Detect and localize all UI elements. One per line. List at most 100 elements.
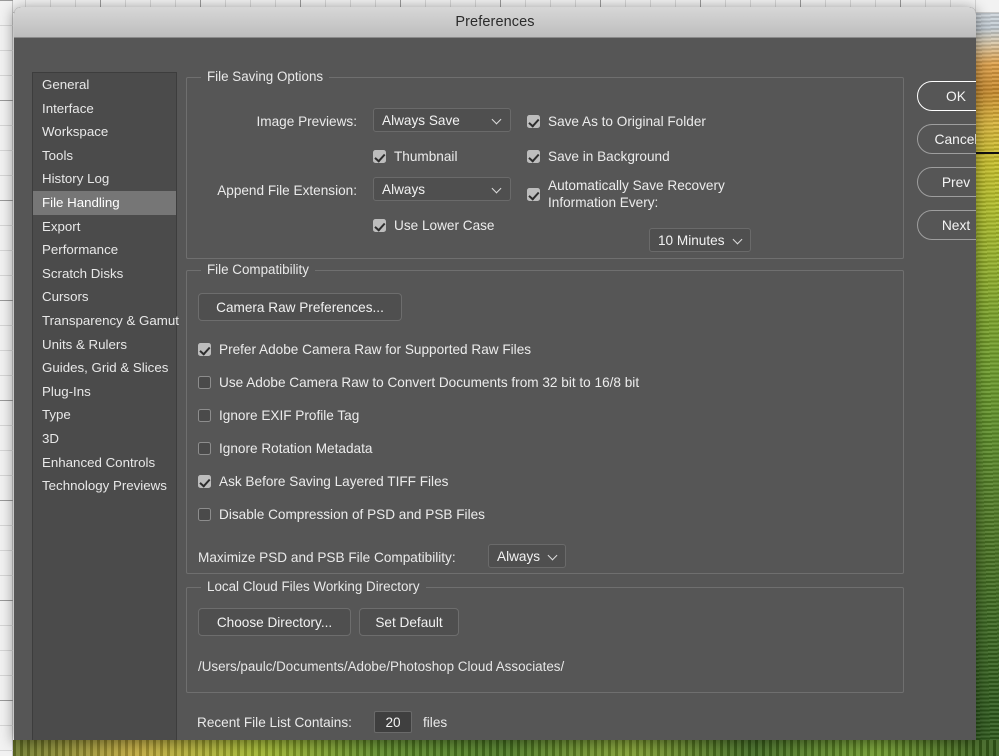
sidebar-item-export[interactable]: Export [33,215,176,239]
file-compatibility-group: File Compatibility Camera Raw Preference… [186,262,904,574]
append-file-extension-select[interactable]: Always [373,177,511,201]
use-lower-case-checkbox[interactable]: Use Lower Case [373,217,495,234]
ruler-tick [0,675,13,676]
next-button[interactable]: Next [917,210,976,240]
checkbox-box [373,150,386,163]
sidebar-item-guides-grid-slices[interactable]: Guides, Grid & Slices [33,356,176,380]
sidebar-item-cursors[interactable]: Cursors [33,285,176,309]
compat-checkbox-label: Use Adobe Camera Raw to Convert Document… [219,375,640,390]
sidebar-item-interface[interactable]: Interface [33,97,176,121]
recent-file-list-label: Recent File List Contains: [197,715,352,730]
ruler-tick [0,150,13,151]
save-in-background-checkbox[interactable]: Save in Background [527,148,670,165]
save-in-background-label: Save in Background [548,149,670,164]
sidebar-item-label: Plug-Ins [42,383,91,399]
sidebar-item-label: Performance [42,242,119,258]
maximize-compatibility-value: Always [497,548,541,564]
image-previews-select[interactable]: Always Save [373,108,511,132]
compat-checkbox-2[interactable]: Ignore EXIF Profile Tag [198,407,359,424]
sidebar-item-technology-previews[interactable]: Technology Previews [33,474,176,498]
sidebar-item-label: Guides, Grid & Slices [42,360,169,376]
sidebar-item-history-log[interactable]: History Log [33,167,176,191]
image-previews-label: Image Previews: [256,114,357,129]
chevron-down-icon [492,184,502,194]
chevron-down-icon [548,551,558,561]
preferences-dialog: Preferences General Interface Workspace Too… [14,7,976,740]
ruler-tick [0,300,13,301]
compat-checkbox-label: Disable Compression of PSD and PSB Files [219,507,485,522]
document-photo-divider [976,152,999,154]
ruler-tick [0,475,13,476]
sidebar-item-general[interactable]: General [33,73,176,97]
ruler-tick [0,425,13,426]
sidebar-item-tools[interactable]: Tools [33,144,176,168]
ruler-tick [0,550,13,551]
compat-checkbox-1[interactable]: Use Adobe Camera Raw to Convert Document… [198,374,639,391]
sidebar-item-workspace[interactable]: Workspace [33,120,176,144]
compat-checkbox-3[interactable]: Ignore Rotation Metadata [198,440,372,457]
dialog-titlebar[interactable]: Preferences [14,7,976,38]
compat-checkbox-label: Ignore EXIF Profile Tag [219,408,360,423]
append-file-extension-label: Append File Extension: [217,183,357,198]
ruler-tick [0,650,13,651]
save-as-original-folder-label: Save As to Original Folder [548,114,706,129]
ruler-tick [0,250,13,251]
auto-save-interval-select[interactable]: 10 Minutes [649,228,751,252]
sidebar-item-label: History Log [42,171,110,187]
save-as-original-folder-checkbox[interactable]: Save As to Original Folder [527,113,706,130]
set-default-button[interactable]: Set Default [359,608,459,636]
vertical-ruler[interactable] [0,0,13,756]
append-file-extension-value: Always [382,181,426,197]
sidebar-item-plug-ins[interactable]: Plug-Ins [33,380,176,404]
checkbox-box [198,475,211,488]
ok-button[interactable]: OK [917,81,976,111]
ruler-tick [0,725,13,726]
sidebar-item-transparency-gamut[interactable]: Transparency & Gamut [33,309,179,333]
thumbnail-checkbox[interactable]: Thumbnail [373,148,457,165]
compat-checkbox-label: Ignore Rotation Metadata [219,441,373,456]
compat-checkbox-4[interactable]: Ask Before Saving Layered TIFF Files [198,473,448,490]
sidebar-item-scratch-disks[interactable]: Scratch Disks [33,262,176,286]
auto-save-recovery-checkbox[interactable]: Automatically Save Recovery Information … [527,177,758,211]
sidebar-item-label: Tools [42,147,74,163]
maximize-compatibility-label: Maximize PSD and PSB File Compatibility: [198,550,456,565]
local-cloud-legend: Local Cloud Files Working Directory [201,579,426,594]
sidebar-item-file-handling[interactable]: File Handling [33,190,176,215]
ruler-tick [0,100,13,101]
ruler-tick [0,750,13,751]
ruler-tick [0,575,13,576]
recent-file-list-input[interactable]: 20 [374,711,412,733]
compat-checkbox-0[interactable]: Prefer Adobe Camera Raw for Supported Ra… [198,341,531,358]
dialog-title: Preferences [455,14,535,30]
compat-checkbox-label: Prefer Adobe Camera Raw for Supported Ra… [219,342,532,357]
ruler-tick [0,25,13,26]
document-photo-right-sliver [976,13,999,756]
compat-checkbox-5[interactable]: Disable Compression of PSD and PSB Files [198,506,485,523]
sidebar-item-performance[interactable]: Performance [33,238,176,262]
choose-directory-button[interactable]: Choose Directory... [198,608,351,636]
thumbnail-label: Thumbnail [394,149,458,164]
sidebar-item-label: General [42,77,90,92]
sidebar-item-units-rulers[interactable]: Units & Rulers [33,333,176,357]
checkbox-box [527,115,540,128]
preferences-category-list[interactable]: General Interface Workspace Tools History Lo… [32,72,179,740]
sidebar-item-label: File Handling [42,194,120,210]
cancel-button[interactable]: Cancel [917,124,976,154]
sidebar-item-type[interactable]: Type [33,403,176,427]
prev-button[interactable]: Prev [917,167,976,197]
sidebar-item-enhanced-controls[interactable]: Enhanced Controls [33,451,176,475]
cloud-directory-path: /Users/paulc/Documents/Adobe/Photoshop C… [198,659,565,674]
document-photo-bottom-sliver [13,740,999,756]
dialog-body: General Interface Workspace Tools History Lo… [14,38,976,740]
camera-raw-preferences-button[interactable]: Camera Raw Preferences... [198,293,402,321]
maximize-compatibility-select[interactable]: Always [488,544,566,568]
file-saving-options-legend: File Saving Options [201,69,330,84]
ruler-tick [0,700,13,701]
ruler-tick [0,50,13,51]
ruler-tick [0,325,13,326]
sidebar-item-label: 3D [42,430,59,446]
sidebar-item-label: Export [42,218,81,234]
dialog-action-buttons: OK Cancel Prev Next [917,81,976,253]
sidebar-item-3d[interactable]: 3D [33,427,176,451]
checkbox-box [373,219,386,232]
